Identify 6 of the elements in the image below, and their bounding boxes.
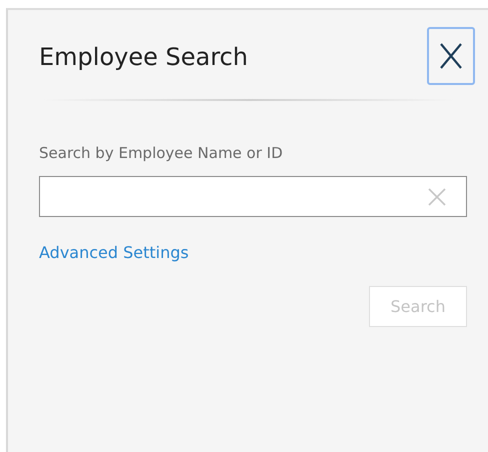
search-field[interactable] [39, 176, 467, 217]
close-button[interactable] [427, 27, 475, 85]
dialog-title: Employee Search [39, 43, 248, 71]
advanced-settings-link[interactable]: Advanced Settings [39, 243, 189, 262]
field-label: Search by Employee Name or ID [39, 144, 284, 162]
close-icon [439, 43, 463, 69]
